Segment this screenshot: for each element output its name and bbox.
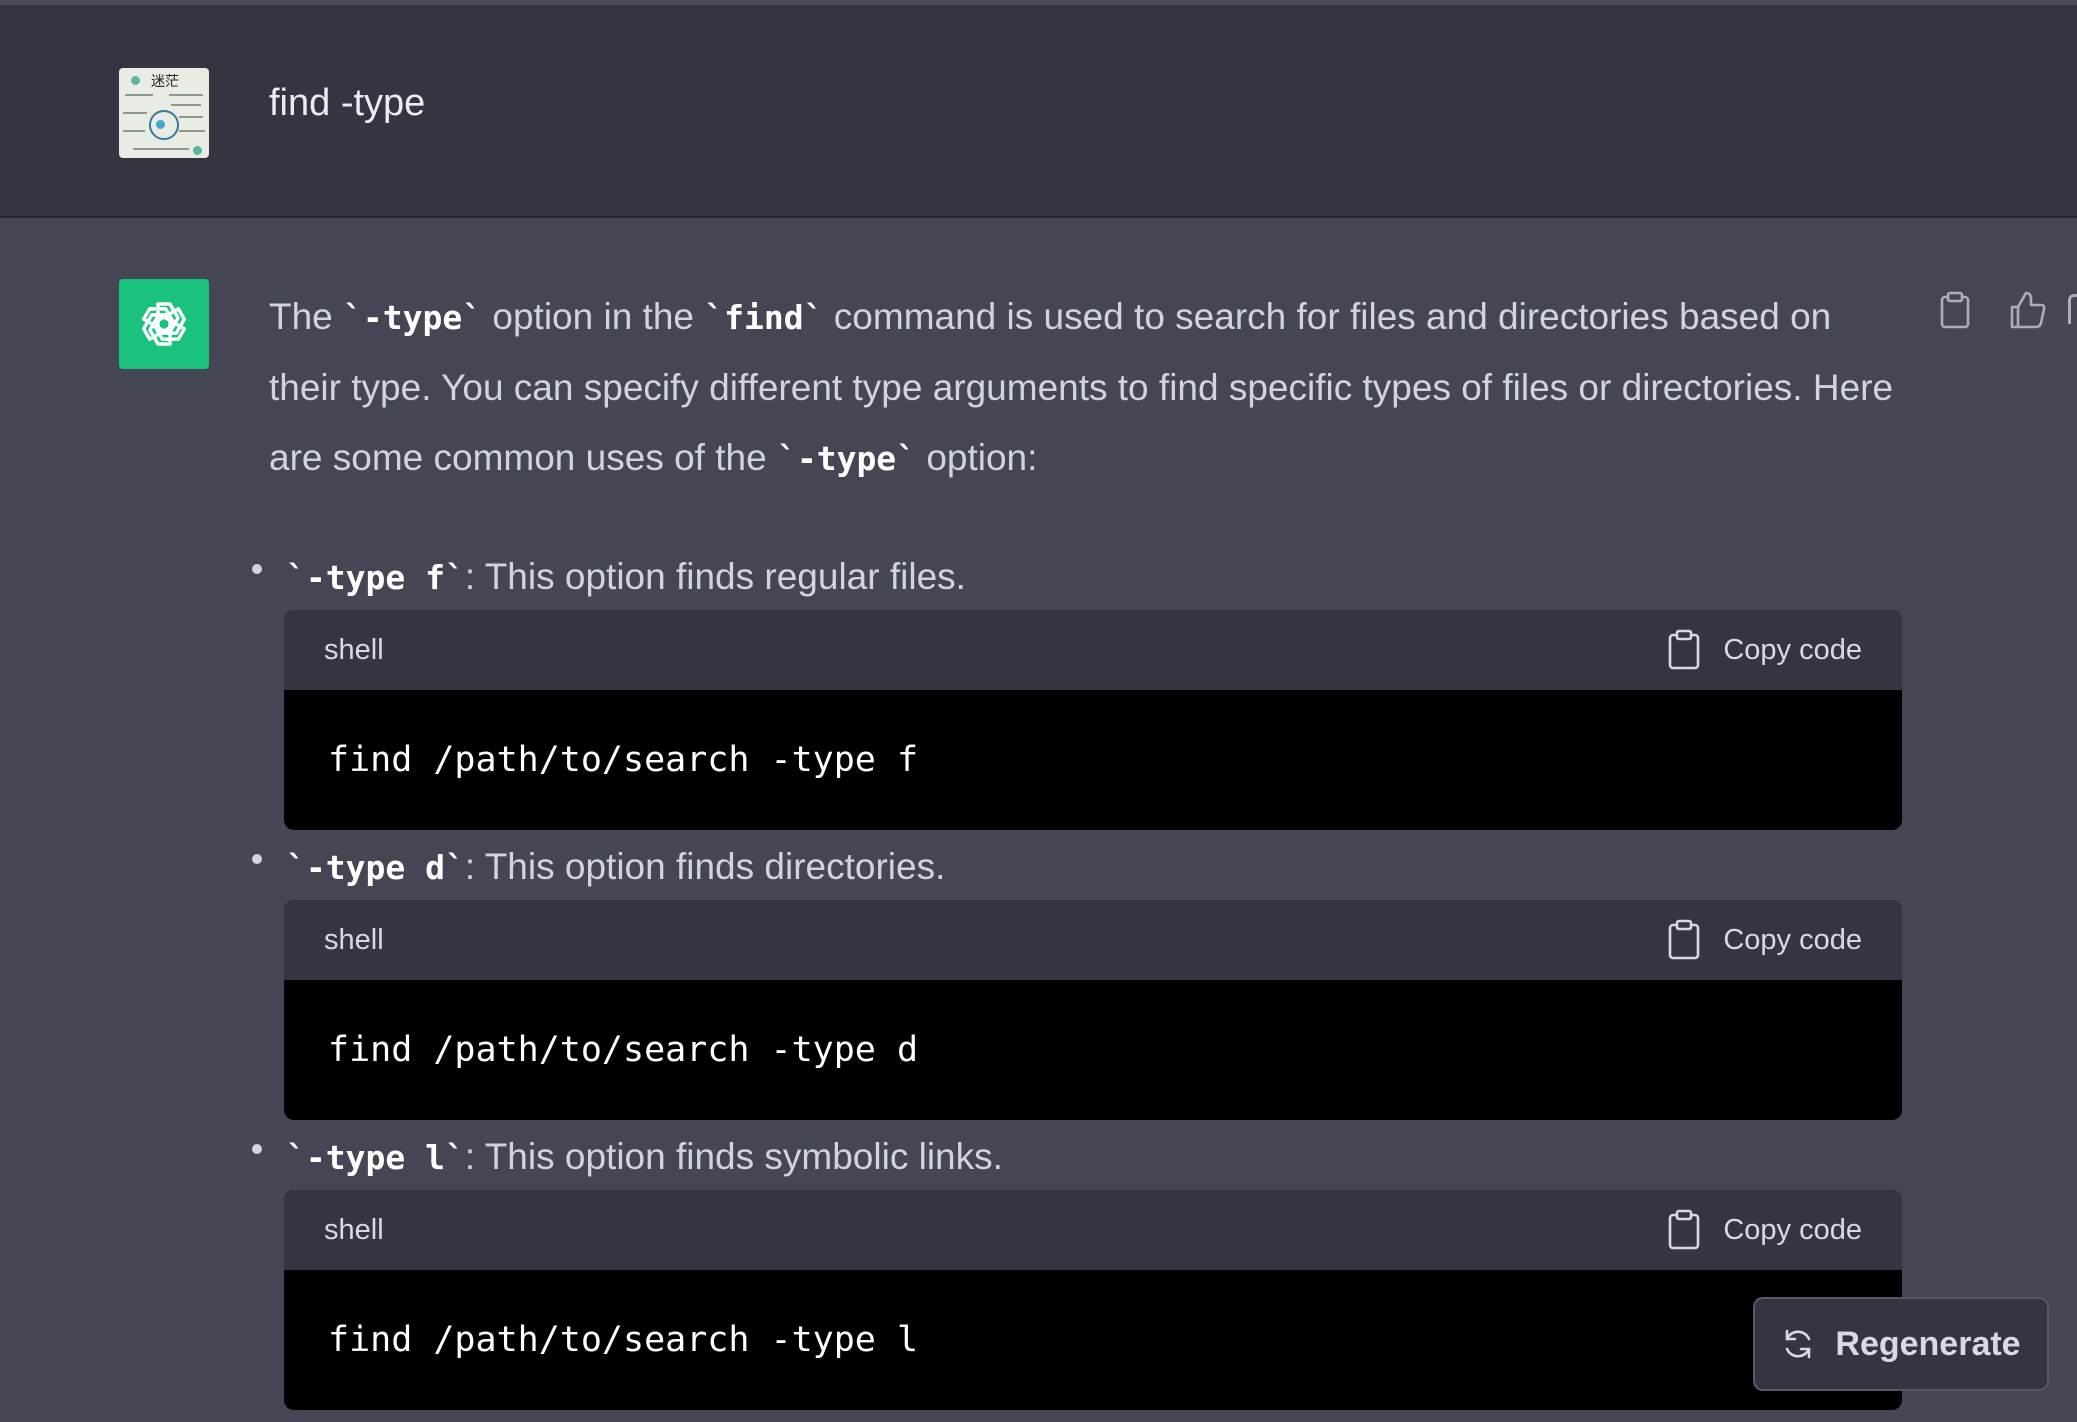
- code-block-header: shell Copy code: [284, 610, 1902, 690]
- code-language: shell: [324, 1213, 384, 1246]
- inline-code: `-type`: [776, 439, 917, 478]
- code-content: find /path/to/search -type l: [328, 1320, 919, 1360]
- inline-code: `find`: [704, 298, 824, 337]
- clipboard-icon: [1669, 919, 1700, 960]
- code-block: shell Copy code find /path/to/search -ty…: [284, 610, 1902, 830]
- message-actions: [1934, 289, 2048, 331]
- avatar-glyph: 迷茫: [151, 74, 179, 90]
- copy-code-label: Copy code: [1723, 633, 1862, 666]
- clipboard-icon: [1669, 629, 1700, 670]
- copy-code-label: Copy code: [1723, 1213, 1862, 1246]
- refresh-icon: [1786, 1329, 1811, 1359]
- intro-text-4: option:: [916, 437, 1038, 478]
- code-language: shell: [324, 633, 384, 666]
- intro-text-2: option in the: [482, 296, 705, 337]
- code-block-header: shell Copy code: [284, 1190, 1902, 1270]
- code-content: find /path/to/search -type f: [328, 740, 919, 780]
- regenerate-label: Regenerate: [1835, 1324, 2021, 1363]
- code-block-header: shell Copy code: [284, 900, 1902, 980]
- clipboard-icon[interactable]: [1934, 289, 1976, 331]
- inline-code: `-type d`: [286, 848, 465, 887]
- list-item: `-type d`: This option finds directories…: [286, 842, 945, 893]
- bullet: [252, 564, 262, 574]
- copy-code-button[interactable]: Copy code: [1667, 919, 1862, 961]
- thumbs-up-icon[interactable]: [2006, 289, 2048, 331]
- intro-text-1: The: [269, 296, 344, 337]
- code-block: shell Copy code find /path/to/search -ty…: [284, 1190, 1902, 1410]
- assistant-intro-paragraph: The `-type` option in the `find` command…: [269, 282, 1899, 494]
- inline-code: `-type l`: [286, 1138, 465, 1177]
- thumbs-down-icon[interactable]: [2068, 294, 2077, 324]
- list-item-text: : This option finds directories.: [464, 846, 946, 887]
- user-message-row: 迷茫 find -type: [0, 5, 2077, 218]
- bullet: [252, 1144, 262, 1154]
- code-content: find /path/to/search -type d: [328, 1030, 919, 1070]
- code-language: shell: [324, 923, 384, 956]
- bullet: [252, 854, 262, 864]
- user-message-text: find -type: [269, 82, 426, 124]
- inline-code: `-type`: [343, 298, 483, 337]
- list-item: `-type l`: This option finds symbolic li…: [286, 1132, 1003, 1183]
- regenerate-button[interactable]: Regenerate: [1753, 1297, 2049, 1391]
- list-item-text: : This option finds regular files.: [464, 556, 966, 597]
- copy-code-button[interactable]: Copy code: [1667, 629, 1862, 671]
- openai-logo-icon: [141, 302, 187, 346]
- list-item: `-type f`: This option finds regular fil…: [286, 552, 966, 603]
- assistant-avatar: [119, 279, 209, 369]
- inline-code: `-type f`: [286, 558, 465, 597]
- user-avatar: 迷茫: [119, 68, 209, 158]
- copy-code-button[interactable]: Copy code: [1667, 1209, 1862, 1251]
- list-item-text: : This option finds symbolic links.: [464, 1136, 1003, 1177]
- code-block: shell Copy code find /path/to/search -ty…: [284, 900, 1902, 1120]
- copy-code-label: Copy code: [1723, 923, 1862, 956]
- clipboard-icon: [1669, 1209, 1700, 1250]
